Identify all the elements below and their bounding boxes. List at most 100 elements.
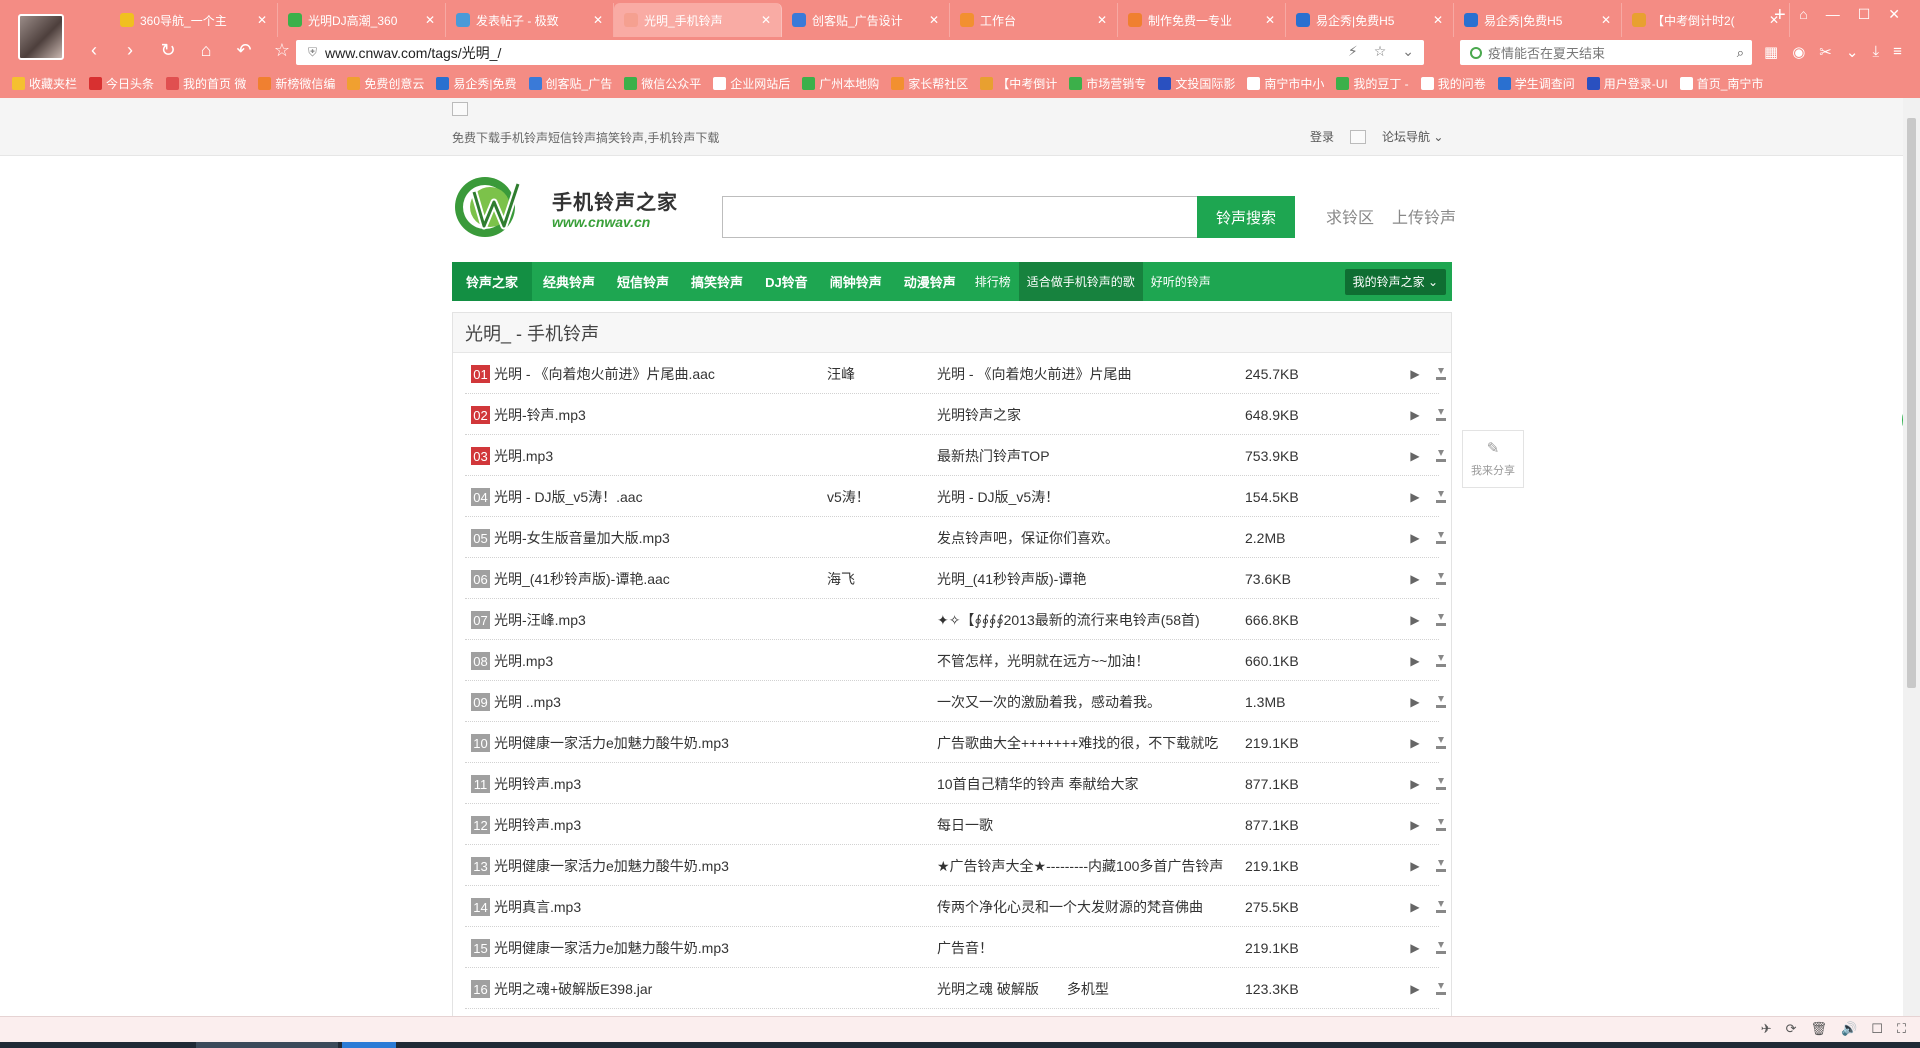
ringtone-collection-link[interactable]: 不管怎样，光明就在远方~~加油！ bbox=[937, 640, 1237, 681]
ringtone-collection-link[interactable]: 一次又一次的激励着我，感动着我。 bbox=[937, 681, 1237, 722]
ringtone-collection-link[interactable]: 每日一歌 bbox=[937, 804, 1237, 845]
ringtone-artist[interactable] bbox=[827, 640, 917, 681]
download-icon[interactable] bbox=[1434, 927, 1448, 968]
ringtone-name-link[interactable]: 光明 ..mp3 bbox=[494, 681, 814, 722]
ringtone-collection-link[interactable]: ✦✧【∮∮∮∮2013最新的流行来电铃声(58首) bbox=[937, 599, 1237, 640]
nav-item[interactable]: 短信铃声 bbox=[606, 262, 680, 301]
bookmark-item[interactable]: 我的豆丁 - bbox=[1336, 75, 1409, 92]
play-icon[interactable]: ▶ bbox=[1408, 763, 1422, 804]
close-tab-icon[interactable]: ✕ bbox=[593, 13, 603, 27]
search-icon[interactable]: ⌕ bbox=[1737, 45, 1744, 61]
reload-icon[interactable]: ↻ bbox=[156, 40, 180, 61]
download-icon[interactable] bbox=[1434, 763, 1448, 804]
bookmark-item[interactable]: 免费创意云 bbox=[347, 75, 424, 92]
ringtone-name-link[interactable]: 光明-铃声.mp3 bbox=[494, 394, 814, 435]
download-icon[interactable] bbox=[1434, 804, 1448, 845]
ringtone-artist[interactable]: v5涛！ bbox=[827, 476, 917, 517]
close-tab-icon[interactable]: ✕ bbox=[257, 13, 267, 27]
ringtone-collection-link[interactable]: 光明 - 《向着炮火前进》片尾曲 bbox=[937, 353, 1237, 394]
back-icon[interactable]: ‹ bbox=[82, 40, 106, 61]
ringtone-artist[interactable] bbox=[827, 804, 917, 845]
bookmark-item[interactable]: 我的问卷 bbox=[1420, 75, 1486, 92]
ringtone-collection-link[interactable]: ★广告铃声大全★---------内藏100多首广告铃声 bbox=[937, 845, 1237, 886]
ringtone-artist[interactable]: 海飞 bbox=[827, 558, 917, 599]
ringtone-artist[interactable] bbox=[827, 517, 917, 558]
play-icon[interactable]: ▶ bbox=[1408, 804, 1422, 845]
screenshot-scissors-icon[interactable]: ✂ bbox=[1819, 43, 1832, 61]
browser-tab[interactable]: 工作台 ✕ bbox=[950, 3, 1118, 37]
ringtone-name-link[interactable]: 光明.mp3 bbox=[494, 640, 814, 681]
skin-icon[interactable]: ⌂ bbox=[1799, 6, 1807, 23]
ringtone-collection-link[interactable]: 光明铃声之家 bbox=[937, 394, 1237, 435]
address-bar[interactable]: ⛨ www.cnwav.com/tags/光明_/ ⚡ ☆ ⌄ bbox=[296, 40, 1424, 65]
menu-icon[interactable]: ≡ bbox=[1893, 43, 1902, 61]
bookmark-item[interactable]: 家长帮社区 bbox=[891, 75, 968, 92]
ringtone-search-input[interactable] bbox=[722, 196, 1197, 238]
scrollbar-thumb[interactable] bbox=[1907, 118, 1916, 688]
play-icon[interactable]: ▶ bbox=[1408, 886, 1422, 927]
bookmark-item[interactable]: 创客贴_广告 bbox=[528, 75, 612, 92]
ringtone-collection-link[interactable]: 最新热门铃声TOP bbox=[937, 435, 1237, 476]
window-icon[interactable]: ☐ bbox=[1871, 1021, 1883, 1037]
download-icon[interactable] bbox=[1434, 968, 1448, 1009]
bookmark-item[interactable]: 微信公众平 bbox=[624, 75, 701, 92]
play-icon[interactable]: ▶ bbox=[1408, 435, 1422, 476]
ringtone-artist[interactable] bbox=[827, 681, 917, 722]
scissors-dropdown-icon[interactable]: ⌄ bbox=[1846, 43, 1859, 61]
volume-icon[interactable]: 🔊 bbox=[1841, 1021, 1857, 1037]
close-window-button[interactable]: ✕ bbox=[1888, 6, 1900, 23]
download-icon[interactable] bbox=[1434, 599, 1448, 640]
play-icon[interactable]: ▶ bbox=[1408, 845, 1422, 886]
ringtone-name-link[interactable]: 光明-女生版音量加大版.mp3 bbox=[494, 517, 814, 558]
play-icon[interactable]: ▶ bbox=[1408, 353, 1422, 394]
nav-item[interactable]: 闹钟铃声 bbox=[819, 262, 893, 301]
ringtone-artist[interactable]: 汪峰 bbox=[827, 353, 917, 394]
download-icon[interactable] bbox=[1434, 476, 1448, 517]
bookmark-item[interactable]: 首页_南宁市 bbox=[1679, 75, 1763, 92]
bookmark-item[interactable]: 市场营销专 bbox=[1069, 75, 1146, 92]
ringtone-collection-link[interactable]: 光明_(41秒铃声版)-谭艳 bbox=[937, 558, 1237, 599]
browser-tab[interactable]: 光明DJ高潮_360 ✕ bbox=[278, 3, 446, 37]
dropdown-chevron-icon[interactable]: ⌄ bbox=[1402, 43, 1414, 60]
play-icon[interactable]: ▶ bbox=[1408, 599, 1422, 640]
bookmark-item[interactable]: 【中考倒计 bbox=[980, 75, 1057, 92]
trash-icon[interactable]: 🗑 bbox=[1811, 1021, 1828, 1037]
bookmark-item[interactable]: 文投国际影 bbox=[1158, 75, 1235, 92]
bookmark-item[interactable]: 易企秀|免费 bbox=[436, 75, 517, 92]
ringtone-name-link[interactable]: 光明 - DJ版_v5涛！.aac bbox=[494, 476, 814, 517]
ringtone-collection-link[interactable]: 广告音！ bbox=[937, 927, 1237, 968]
download-icon[interactable] bbox=[1434, 517, 1448, 558]
upload-ringtone-link[interactable]: 上传铃声 bbox=[1392, 204, 1456, 228]
fullscreen-icon[interactable]: ⛶ bbox=[1897, 1021, 1906, 1037]
ringtone-search-button[interactable]: 铃声搜索 bbox=[1197, 196, 1295, 238]
nav-item[interactable]: 好听的铃声 bbox=[1143, 262, 1219, 301]
play-icon[interactable]: ▶ bbox=[1408, 681, 1422, 722]
ringtone-artist[interactable] bbox=[827, 435, 917, 476]
maximize-button[interactable]: ☐ bbox=[1858, 6, 1871, 23]
ringtone-collection-link[interactable]: 发点铃声吧，保证你们喜欢。 bbox=[937, 517, 1237, 558]
bookmark-star-icon[interactable]: ☆ bbox=[1374, 43, 1387, 60]
play-icon[interactable]: ▶ bbox=[1408, 394, 1422, 435]
bookmark-item[interactable]: 南宁市中小 bbox=[1247, 75, 1324, 92]
ringtone-collection-link[interactable]: 光明 - DJ版_v5涛！ bbox=[937, 476, 1237, 517]
speed-mode-icon[interactable]: ⚡ bbox=[1348, 43, 1358, 60]
download-icon[interactable] bbox=[1434, 886, 1448, 927]
ringtone-name-link[interactable]: 光明健康一家活力e加魅力酸牛奶.mp3 bbox=[494, 722, 814, 763]
close-tab-icon[interactable]: ✕ bbox=[1265, 13, 1275, 27]
share-widget[interactable]: ✎ 我来分享 bbox=[1462, 430, 1524, 488]
taskbar-app-active[interactable] bbox=[342, 1042, 396, 1048]
ringtone-artist[interactable] bbox=[827, 886, 917, 927]
ringtone-artist[interactable] bbox=[827, 394, 917, 435]
close-tab-icon[interactable]: ✕ bbox=[929, 13, 939, 27]
play-icon[interactable]: ▶ bbox=[1408, 517, 1422, 558]
my-ringtone-home-menu[interactable]: 我的铃声之家 ⌄ bbox=[1344, 268, 1446, 295]
ringtone-name-link[interactable]: 光明健康一家活力e加魅力酸牛奶.mp3 bbox=[494, 845, 814, 886]
home-icon[interactable]: ⌂ bbox=[194, 40, 218, 61]
ringtone-artist[interactable] bbox=[827, 599, 917, 640]
ringtone-name-link[interactable]: 光明-汪峰.mp3 bbox=[494, 599, 814, 640]
bookmark-item[interactable]: 学生调查问 bbox=[1497, 75, 1575, 92]
browser-tab[interactable]: 易企秀|免费H5 ✕ bbox=[1454, 3, 1622, 37]
ringtone-collection-link[interactable]: 广告歌曲大全+++++++难找的很，不下载就吃 bbox=[937, 722, 1237, 763]
minimize-button[interactable]: — bbox=[1826, 6, 1840, 23]
new-tab-button[interactable]: + bbox=[1774, 4, 1786, 27]
